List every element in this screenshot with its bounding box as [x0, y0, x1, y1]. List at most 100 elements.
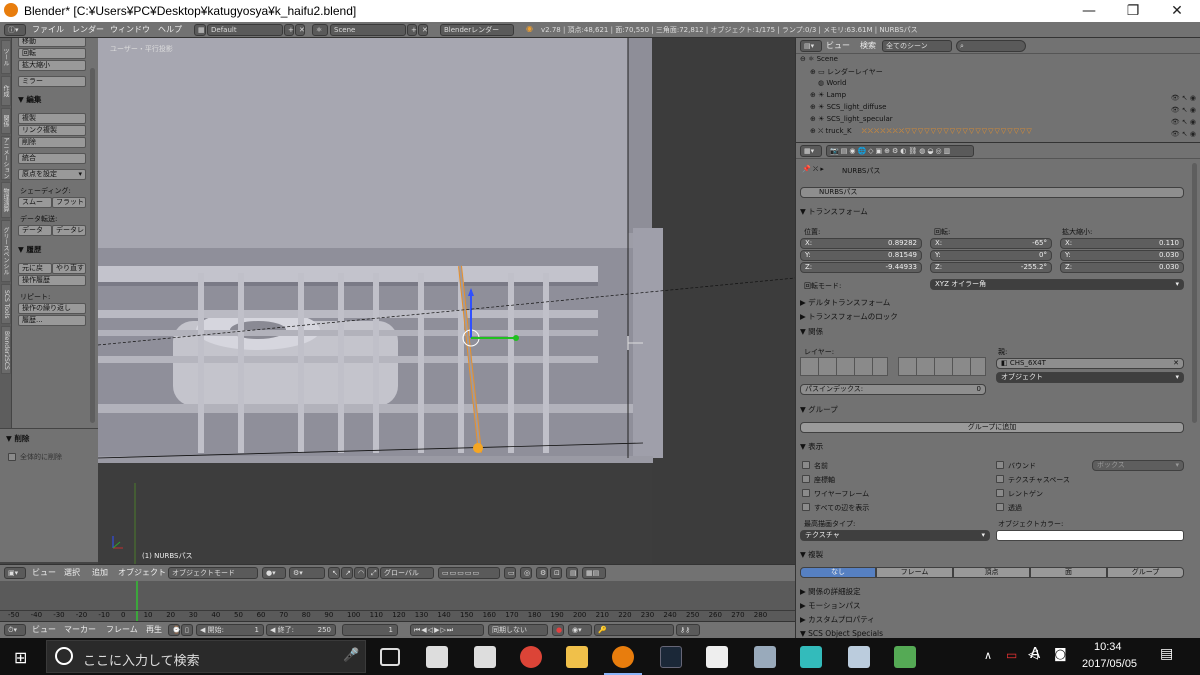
timeline-editor[interactable]: -50 -40 -30 -20 -10 0 10 20 30 40 50 60 70 80 90 100 110…: [0, 581, 795, 621]
show-xray-checkbox[interactable]: [996, 489, 1004, 497]
rotation-x-field[interactable]: X: -65°: [930, 238, 1052, 249]
dup-frames-button[interactable]: フレーム: [876, 567, 953, 578]
rotate-manip-icon[interactable]: ◠: [354, 567, 366, 579]
editor-type-timeline-icon[interactable]: ⏱▾: [4, 624, 26, 636]
tab-grease-pencil[interactable]: グリースペンシル: [1, 220, 11, 282]
parent-field[interactable]: ◧ CHS_6X4T ✕: [996, 358, 1184, 369]
close-button[interactable]: ✕: [1154, 0, 1200, 22]
location-x-field[interactable]: X: 0.89282: [800, 238, 922, 249]
outliner-row-lamp[interactable]: ⊕ ☀ Lamp: [810, 91, 1200, 103]
mail-icon[interactable]: [474, 646, 496, 668]
data-layout-button[interactable]: データレ: [52, 225, 86, 236]
data-transfer-button[interactable]: データ: [18, 225, 52, 236]
app-green-icon[interactable]: [894, 646, 916, 668]
rotation-y-field[interactable]: Y: 0°: [930, 250, 1052, 261]
properties-scrollbar[interactable]: [1192, 163, 1197, 423]
editor-type-3d-icon[interactable]: ▣▾: [4, 567, 26, 579]
relations-header[interactable]: ▼ 関係: [800, 326, 1192, 338]
relations-extras-header[interactable]: ▶ 関係の詳細設定: [800, 586, 1192, 598]
properties-context-tabs[interactable]: 📷▤◉🌐◇▣⊕⚙◐⛓◍◒◎▥: [826, 145, 974, 157]
ime-settings-icon[interactable]: ◙: [1054, 647, 1067, 662]
outliner-row-truck[interactable]: ⊕ ⛌ truck_K ⛌⛌⛌⛌⛌⛌⛌▽▽▽▽▽▽▽▽▽▽▽▽▽▽▽▽▽▽▽▽: [810, 127, 1200, 139]
steam-icon[interactable]: [660, 646, 682, 668]
redo-button[interactable]: やり直す: [52, 263, 86, 274]
transform-header[interactable]: ▼ トランスフォーム: [800, 206, 1192, 218]
show-all-edges-checkbox[interactable]: [802, 503, 810, 511]
object-name-field[interactable]: NURBSパス: [800, 187, 1184, 198]
7zip-icon[interactable]: [706, 646, 728, 668]
scs-object-specials-header[interactable]: ▼ SCS Object Specials: [800, 629, 1192, 638]
sync-select[interactable]: 同期しない: [488, 624, 548, 636]
rotation-mode-select[interactable]: XYZ オイラー角 ▾: [930, 279, 1184, 290]
chrome-icon[interactable]: [520, 646, 542, 668]
layer-grid-right[interactable]: [898, 357, 986, 376]
shading-select-icon[interactable]: ●▾: [262, 567, 286, 579]
repeat-history-button[interactable]: 履歴...: [18, 315, 86, 326]
scale-z-field[interactable]: Z: 0.030: [1060, 262, 1184, 273]
render-preview-icon[interactable]: ◎: [520, 567, 532, 579]
action-center-icon[interactable]: ▤: [1160, 646, 1173, 662]
motion-paths-header[interactable]: ▶ モーションパス: [800, 600, 1192, 612]
display-header[interactable]: ▼ 表示: [800, 441, 1192, 453]
rotate-button[interactable]: 回転: [18, 48, 86, 59]
edit-panel-header[interactable]: ▼ 編集: [18, 94, 41, 105]
transform-lock-header[interactable]: ▶ トランスフォームのロック: [800, 311, 1192, 323]
scale-button[interactable]: 拡大縮小: [18, 60, 86, 71]
join-button[interactable]: 統合: [18, 153, 86, 164]
file-explorer-icon[interactable]: [566, 646, 588, 668]
outliner-row-light-specular[interactable]: ⊕ ☀ SCS_light_specular: [810, 115, 1200, 127]
repeat-last-button[interactable]: 操作の繰り返し: [18, 303, 86, 314]
outliner-row-renderlayers[interactable]: ⊕ ▭ レンダーレイヤー: [810, 67, 1200, 79]
location-z-field[interactable]: Z: -9.44933: [800, 262, 922, 273]
outliner-display-select[interactable]: 全てのシーン: [882, 40, 952, 52]
mirror-button[interactable]: ミラー: [18, 76, 86, 87]
app-windmill-icon[interactable]: [800, 646, 822, 668]
bounds-type-select[interactable]: ボックス ▾: [1092, 460, 1184, 471]
show-axis-checkbox[interactable]: [802, 475, 810, 483]
outliner-row-light-diffuse[interactable]: ⊕ ☀ SCS_light_diffuse: [810, 103, 1200, 115]
vp-menu-select[interactable]: 選択: [64, 567, 80, 578]
delete-button[interactable]: 削除: [18, 137, 86, 148]
tab-animation[interactable]: アニメーション: [1, 136, 11, 180]
paint-palette-icon[interactable]: [848, 646, 870, 668]
tab-scs-tools[interactable]: SCS Tools: [1, 284, 11, 324]
start-frame-field[interactable]: ◀ 開始: 1: [196, 624, 264, 636]
show-name-checkbox[interactable]: [802, 461, 810, 469]
dup-faces-button[interactable]: 面: [1030, 567, 1107, 578]
pivot-select-icon[interactable]: ⚙▾: [289, 567, 325, 579]
3d-viewport[interactable]: ユーザー・平行投影 (1) NURBSパス: [98, 38, 795, 564]
task-view-icon[interactable]: [380, 648, 400, 666]
outliner-row-world[interactable]: ◍ World: [818, 79, 1200, 91]
blender-taskbar-icon[interactable]: [612, 646, 634, 668]
render-animation-icon[interactable]: ▦▤: [582, 567, 606, 579]
duplicate-linked-button[interactable]: リンク複製: [18, 125, 86, 136]
clear-parent-icon[interactable]: ✕: [1173, 359, 1179, 368]
ime-mode[interactable]: A: [1030, 644, 1040, 662]
end-frame-field[interactable]: ◀ 終了: 250: [266, 624, 336, 636]
delta-transform-header[interactable]: ▶ デルタトランスフォーム: [800, 297, 1192, 309]
mode-select[interactable]: オブジェクトモード: [168, 567, 258, 579]
add-layout-icon[interactable]: +: [284, 24, 294, 36]
remove-layout-icon[interactable]: ✕: [295, 24, 305, 36]
outliner-menu-view[interactable]: ビュー: [826, 40, 850, 51]
playback-controls[interactable]: ⏮◀◁▶▷⏭: [410, 624, 484, 636]
editor-type-properties-icon[interactable]: ▦▾: [800, 145, 822, 157]
store-icon[interactable]: [426, 646, 448, 668]
snap-icon[interactable]: ⚙: [536, 567, 548, 579]
keying-icon[interactable]: ◉▾: [568, 624, 592, 636]
layout-select[interactable]: Default: [207, 24, 283, 36]
layer-lock-icon[interactable]: ▭: [504, 567, 516, 579]
delete-global-checkbox[interactable]: [8, 453, 16, 461]
layer-buttons[interactable]: ▭▭▭▭▭: [438, 567, 500, 579]
current-frame-cursor[interactable]: [136, 581, 138, 621]
add-scene-icon[interactable]: +: [407, 24, 417, 36]
menu-file[interactable]: ファイル: [32, 24, 64, 35]
shade-flat-button[interactable]: フラット: [52, 197, 86, 208]
add-to-group-button[interactable]: グループに追加: [800, 422, 1184, 433]
rotation-z-field[interactable]: Z: -255.2°: [930, 262, 1052, 273]
set-origin-select[interactable]: 原点を設定 ▾: [18, 169, 86, 180]
visibility-toggles[interactable]: 👁 ↖ ◉ 👁 ↖ ◉ 👁 ↖ ◉ 👁 ↖ ◉: [1156, 56, 1196, 140]
show-bounds-checkbox[interactable]: [996, 461, 1004, 469]
translate-button[interactable]: 移動: [18, 38, 86, 47]
duplication-header[interactable]: ▼ 複製: [800, 549, 1192, 561]
